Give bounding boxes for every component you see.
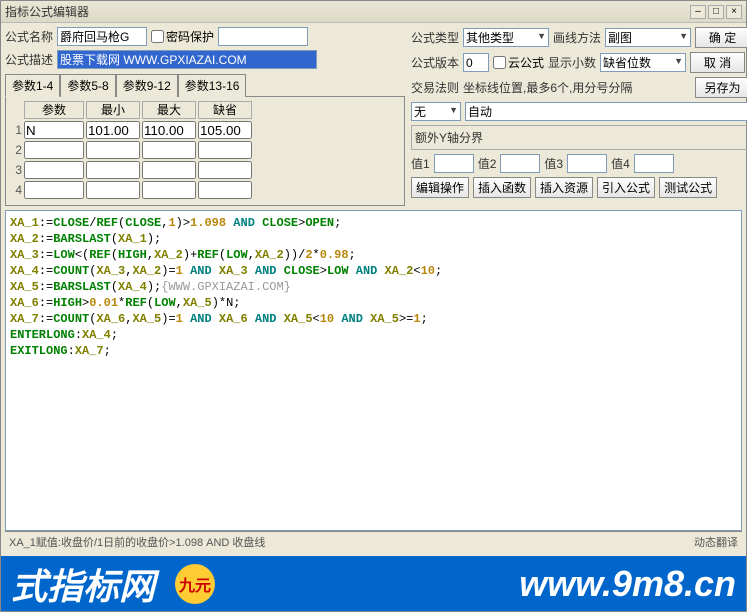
- col-def: 缺省: [198, 101, 252, 119]
- titlebar: 指标公式编辑器 – □ ×: [1, 1, 746, 23]
- col-min: 最小: [86, 101, 140, 119]
- statusbar: XA_1赋值:收盘价/1日前的收盘价>1.098 AND 收盘线 动态翻译: [5, 531, 742, 552]
- tab-params-13-16[interactable]: 参数13-16: [178, 74, 247, 97]
- tab-params-1-4[interactable]: 参数1-4: [5, 74, 60, 97]
- coord-label: 坐标线位置,最多6个,用分号分隔: [463, 79, 691, 96]
- dec-select[interactable]: 缺省位数: [600, 53, 686, 72]
- param-min-input[interactable]: [86, 121, 140, 139]
- test-button[interactable]: 测试公式: [659, 177, 717, 198]
- password-checkbox[interactable]: 密码保护: [151, 28, 214, 45]
- name-input[interactable]: [57, 27, 147, 46]
- param-def-input[interactable]: [198, 181, 252, 199]
- param-max-input[interactable]: [142, 121, 196, 139]
- param-max-input[interactable]: [142, 141, 196, 159]
- status-right: 动态翻译: [694, 534, 738, 550]
- maximize-button[interactable]: □: [708, 5, 724, 19]
- param-max-input[interactable]: [142, 181, 196, 199]
- footer-logo: 九元: [175, 564, 215, 604]
- param-min-input[interactable]: [86, 181, 140, 199]
- footer-right: www.9m8.cn: [519, 563, 736, 605]
- cancel-button[interactable]: 取 消: [690, 52, 745, 73]
- param-min-input[interactable]: [86, 141, 140, 159]
- v4-input[interactable]: [634, 154, 674, 173]
- code-editor[interactable]: XA_1:=CLOSE/REF(CLOSE,1)>1.098 AND CLOSE…: [5, 210, 742, 531]
- window-title: 指标公式编辑器: [5, 3, 690, 20]
- import-button[interactable]: 引入公式: [597, 177, 655, 198]
- window-buttons: – □ ×: [690, 5, 742, 19]
- param-row: 3: [10, 161, 400, 179]
- type-select[interactable]: 其他类型: [463, 28, 549, 47]
- desc-label: 公式描述: [5, 51, 53, 68]
- col-max: 最大: [142, 101, 196, 119]
- rule-label: 交易法则: [411, 79, 459, 96]
- param-name-input[interactable]: [24, 141, 84, 159]
- minimize-button[interactable]: –: [690, 5, 706, 19]
- draw-label: 画线方法: [553, 29, 601, 46]
- param-row: 1: [10, 121, 400, 139]
- v1-input[interactable]: [434, 154, 474, 173]
- param-def-input[interactable]: [198, 141, 252, 159]
- param-name-input[interactable]: [24, 161, 84, 179]
- password-input[interactable]: [218, 27, 308, 46]
- footer-banner: 式指标网 九元 www.9m8.cn: [1, 556, 746, 611]
- ver-input[interactable]: [463, 53, 489, 72]
- desc-input[interactable]: 股票下载网 WWW.GPXIAZAI.COM: [57, 50, 317, 69]
- param-def-input[interactable]: [198, 161, 252, 179]
- saveas-button[interactable]: 另存为: [695, 77, 747, 98]
- v3-input[interactable]: [567, 154, 607, 173]
- cloud-checkbox[interactable]: 云公式: [493, 54, 544, 71]
- ok-button[interactable]: 确 定: [695, 27, 747, 48]
- dec-label: 显示小数: [548, 54, 596, 71]
- status-left: XA_1赋值:收盘价/1日前的收盘价>1.098 AND 收盘线: [9, 534, 265, 550]
- param-tabs: 参数1-4 参数5-8 参数9-12 参数13-16: [5, 73, 405, 97]
- name-label: 公式名称: [5, 28, 53, 45]
- close-button[interactable]: ×: [726, 5, 742, 19]
- content: 公式名称 密码保护 公式描述 股票下载网 WWW.GPXIAZAI.COM 参数…: [1, 23, 746, 556]
- draw-select[interactable]: 副图: [605, 28, 691, 47]
- coord-input[interactable]: [465, 102, 747, 121]
- type-label: 公式类型: [411, 29, 459, 46]
- param-def-input[interactable]: [198, 121, 252, 139]
- ver-label: 公式版本: [411, 54, 459, 71]
- footer-left: 式指标网: [11, 558, 155, 610]
- insfn-button[interactable]: 插入函数: [473, 177, 531, 198]
- params-panel: 参数 最小 最大 缺省 1 2 3 4: [5, 97, 405, 206]
- param-name-input[interactable]: [24, 181, 84, 199]
- tab-params-9-12[interactable]: 参数9-12: [116, 74, 178, 97]
- param-min-input[interactable]: [86, 161, 140, 179]
- col-name: 参数: [24, 101, 84, 119]
- v2-input[interactable]: [500, 154, 540, 173]
- param-row: 4: [10, 181, 400, 199]
- tab-params-5-8[interactable]: 参数5-8: [60, 74, 115, 97]
- insres-button[interactable]: 插入资源: [535, 177, 593, 198]
- extray-label: 额外Y轴分界: [415, 129, 483, 146]
- editor-window: 指标公式编辑器 – □ × 公式名称 密码保护 公式描述 股票下载网 WWW.G…: [0, 0, 747, 612]
- param-row: 2: [10, 141, 400, 159]
- editop-button[interactable]: 编辑操作: [411, 177, 469, 198]
- param-name-input[interactable]: [24, 121, 84, 139]
- rule-select[interactable]: 无: [411, 102, 461, 121]
- param-max-input[interactable]: [142, 161, 196, 179]
